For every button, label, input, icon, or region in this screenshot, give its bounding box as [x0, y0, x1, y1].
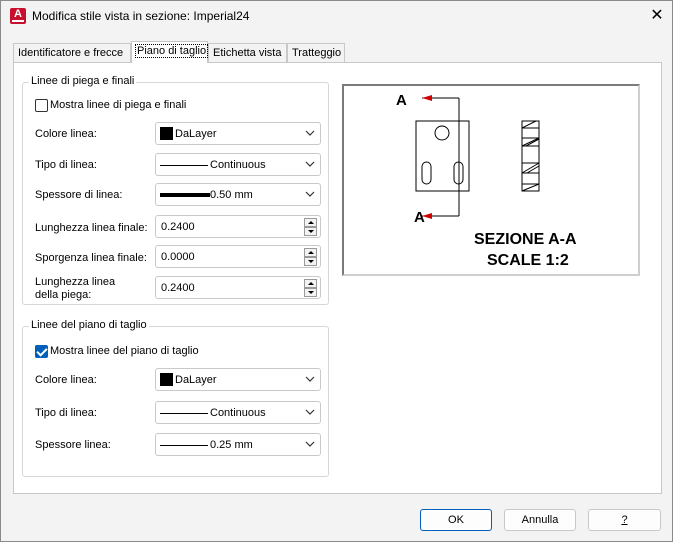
lineweight-sample — [160, 193, 210, 197]
bend-line-length-spinner[interactable]: 0.2400 — [155, 276, 321, 299]
section-view-preview: A A SEZIONE A-A SCALE 1:2 — [342, 84, 640, 276]
spin-up-button[interactable] — [304, 248, 317, 257]
title-bar: A Modifica stile vista in sezione: Imper… — [1, 1, 672, 31]
group-cutting-plane-lines: Linee del piano di taglio Mostra linee d… — [22, 319, 329, 477]
spin-down-button[interactable] — [304, 257, 317, 266]
tab-cutting-plane[interactable]: Piano di taglio — [131, 41, 209, 63]
tab-hatch[interactable]: Tratteggio — [287, 43, 345, 63]
bend-line-color-dropdown[interactable]: DaLayer — [155, 122, 321, 145]
help-button[interactable]: ? — [588, 509, 661, 531]
help-button-label: ? — [621, 514, 628, 526]
bend-line-type-dropdown[interactable]: Continuous — [155, 153, 321, 176]
dialog-window: A Modifica stile vista in sezione: Imper… — [0, 0, 673, 542]
spin-down-button[interactable] — [304, 227, 317, 236]
bend-line-weight-dropdown[interactable]: 0.50 mm — [155, 183, 321, 206]
cutting-line-weight-dropdown[interactable]: 0.25 mm — [155, 433, 321, 456]
group-title: Linee del piano di taglio — [29, 319, 149, 331]
show-bend-lines-label: Mostra linee di piega e finali — [50, 99, 187, 111]
dropdown-value: 0.50 mm — [210, 189, 253, 201]
group-bend-end-lines: Linee di piega e finali Mostra linee di … — [22, 75, 329, 305]
linetype-sample — [160, 165, 208, 166]
dropdown-value: 0.25 mm — [210, 439, 253, 451]
hole-circle — [434, 125, 450, 141]
bend-line-weight-label: Spessore di linea: — [35, 189, 123, 201]
section-outline — [521, 120, 540, 192]
close-button[interactable]: ✕ — [643, 4, 671, 28]
chevron-down-icon — [305, 376, 315, 382]
bend-line-length-label-2: della piega: — [35, 289, 92, 301]
bend-line-length-label-1: Lunghezza linea — [35, 276, 116, 288]
cutting-line-type-label: Tipo di linea: — [35, 407, 97, 419]
ok-button[interactable]: OK — [420, 509, 492, 531]
end-line-overshoot-spinner[interactable]: 0.0000 — [155, 245, 321, 268]
preview-drawing: A A SEZIONE A-A SCALE 1:2 — [396, 92, 577, 269]
autocad-app-icon: A — [10, 8, 26, 24]
chevron-down-icon — [305, 409, 315, 415]
chevron-down-icon — [305, 130, 315, 136]
end-line-length-label: Lunghezza linea finale: — [35, 222, 148, 234]
dropdown-value: Continuous — [210, 407, 266, 419]
part-outline — [415, 120, 470, 192]
spin-up-button[interactable] — [304, 279, 317, 288]
arrow-icon — [422, 95, 432, 101]
dropdown-value: DaLayer — [175, 128, 217, 140]
chevron-down-icon — [305, 441, 315, 447]
spin-down-button[interactable] — [304, 288, 317, 297]
cutting-line-weight-label: Spessore linea: — [35, 439, 111, 451]
show-cutting-lines-label: Mostra linee del piano di taglio — [50, 345, 199, 357]
color-swatch — [160, 127, 173, 140]
chevron-down-icon — [305, 191, 315, 197]
show-cutting-lines-checkbox[interactable] — [35, 345, 48, 358]
cutting-line-color-dropdown[interactable]: DaLayer — [155, 368, 321, 391]
cutting-line-type-dropdown[interactable]: Continuous — [155, 401, 321, 424]
end-line-length-spinner[interactable]: 0.2400 — [155, 215, 321, 238]
spinner-value: 0.2400 — [161, 221, 195, 233]
color-swatch — [160, 373, 173, 386]
section-marker-bottom: A — [414, 209, 425, 226]
spin-up-button[interactable] — [304, 218, 317, 227]
bend-line-color-label: Colore linea: — [35, 128, 97, 140]
chevron-down-icon — [305, 161, 315, 167]
spinner-value: 0.0000 — [161, 251, 195, 263]
group-title: Linee di piega e finali — [29, 75, 137, 87]
tab-panel: Linee di piega e finali Mostra linee di … — [13, 62, 662, 494]
section-marker-top: A — [396, 92, 407, 109]
show-bend-lines-checkbox[interactable] — [35, 99, 48, 112]
preview-caption-2: SCALE 1:2 — [487, 252, 569, 269]
bend-line-type-label: Tipo di linea: — [35, 159, 97, 171]
spinner-value: 0.2400 — [161, 282, 195, 294]
dropdown-value: Continuous — [210, 159, 266, 171]
linetype-sample — [160, 413, 208, 414]
dropdown-value: DaLayer — [175, 374, 217, 386]
window-title: Modifica stile vista in sezione: Imperia… — [32, 9, 250, 23]
tab-view-label[interactable]: Etichetta vista — [208, 43, 287, 63]
lineweight-sample — [160, 445, 208, 446]
end-line-overshoot-label: Sporgenza linea finale: — [35, 252, 147, 264]
cancel-button[interactable]: Annulla — [504, 509, 576, 531]
cutting-line-color-label: Colore linea: — [35, 374, 97, 386]
preview-caption-1: SEZIONE A-A — [474, 231, 577, 248]
slot-left — [421, 161, 432, 185]
tab-identifier-arrows[interactable]: Identificatore e frecce — [13, 43, 131, 63]
